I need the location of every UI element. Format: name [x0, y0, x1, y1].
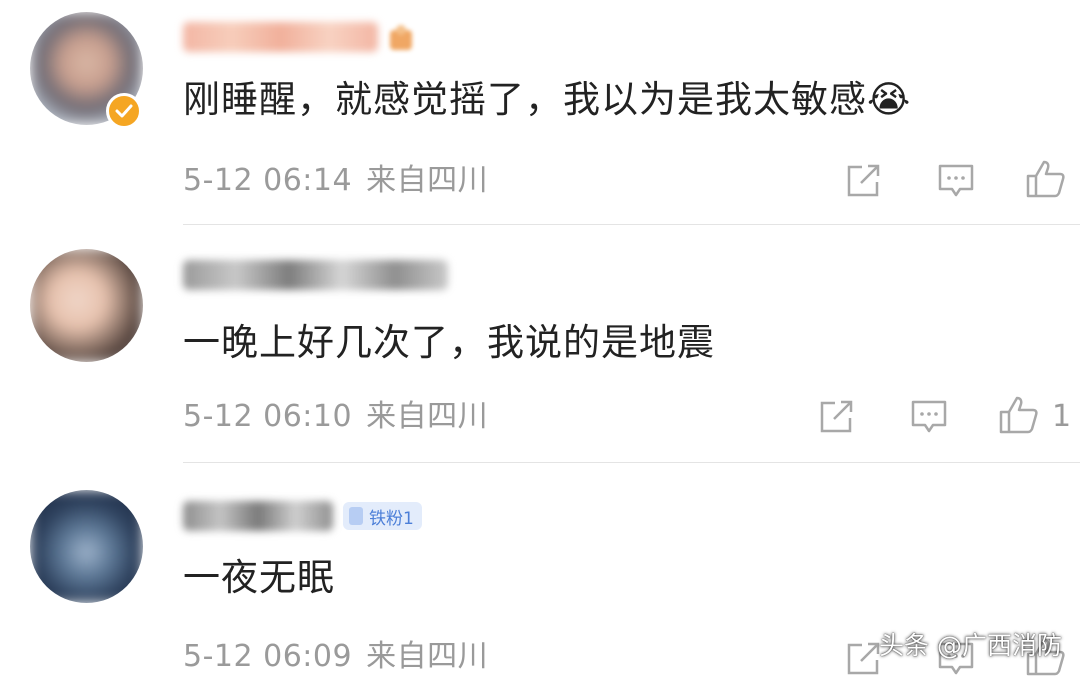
- share-button[interactable]: [815, 397, 859, 437]
- avatar[interactable]: [30, 249, 143, 362]
- share-button[interactable]: [842, 161, 886, 201]
- like-count: 1: [1052, 399, 1072, 434]
- comment-date: 5-12 06:09: [183, 639, 353, 674]
- comment-location: 来自四川: [366, 639, 489, 674]
- share-icon: [847, 164, 880, 197]
- member-icon: [388, 22, 414, 52]
- comment-meta: 5-12 06:10 来自四川: [183, 397, 488, 437]
- comment-meta: 5-12 06:14 来自四川: [183, 161, 488, 201]
- comment-location: 来自四川: [366, 163, 489, 198]
- share-icon: [820, 400, 853, 433]
- comment-button[interactable]: [907, 397, 951, 437]
- comment-text: 一晚上好几次了，我说的是地震: [183, 321, 715, 364]
- comment-icon: [911, 400, 947, 433]
- thumbs-up-icon: [1026, 160, 1065, 198]
- username[interactable]: [183, 20, 414, 54]
- comment-text: 刚睡醒，就感觉摇了，我以为是我太敏感😭: [183, 78, 912, 121]
- comment-item: 刚睡醒，就感觉摇了，我以为是我太敏感😭 5-12 06:14 来自四川: [0, 0, 1080, 225]
- fan-badge-icon: [349, 507, 363, 525]
- avatar[interactable]: [30, 490, 143, 603]
- like-button[interactable]: [1024, 159, 1068, 199]
- comment-date: 5-12 06:10: [183, 399, 353, 434]
- thumbs-up-icon: [999, 396, 1038, 434]
- username[interactable]: [183, 258, 448, 292]
- comment-meta: 5-12 06:09 来自四川: [183, 637, 488, 677]
- username[interactable]: 铁粉1: [183, 499, 422, 533]
- fan-badge: 铁粉1: [343, 502, 422, 530]
- fan-badge-label: 铁粉1: [369, 508, 414, 529]
- verified-badge-icon: [106, 93, 142, 129]
- share-icon: [847, 642, 880, 675]
- comment-item: 一晚上好几次了，我说的是地震 5-12 06:10 来自四川 1: [0, 225, 1080, 463]
- comment-date: 5-12 06:14: [183, 163, 353, 198]
- comment-location: 来自四川: [366, 399, 489, 434]
- comment-list: 刚睡醒，就感觉摇了，我以为是我太敏感😭 5-12 06:14 来自四川 一晚上好几…: [0, 0, 1080, 678]
- username-redacted: [183, 501, 333, 531]
- comment-text: 一夜无眠: [183, 556, 335, 599]
- comment-icon: [938, 164, 974, 197]
- username-redacted: [183, 260, 448, 290]
- watermark: 头条 @广西消防: [879, 631, 1062, 660]
- comment-button[interactable]: [934, 161, 978, 201]
- username-redacted: [183, 22, 378, 52]
- like-button[interactable]: [997, 395, 1041, 435]
